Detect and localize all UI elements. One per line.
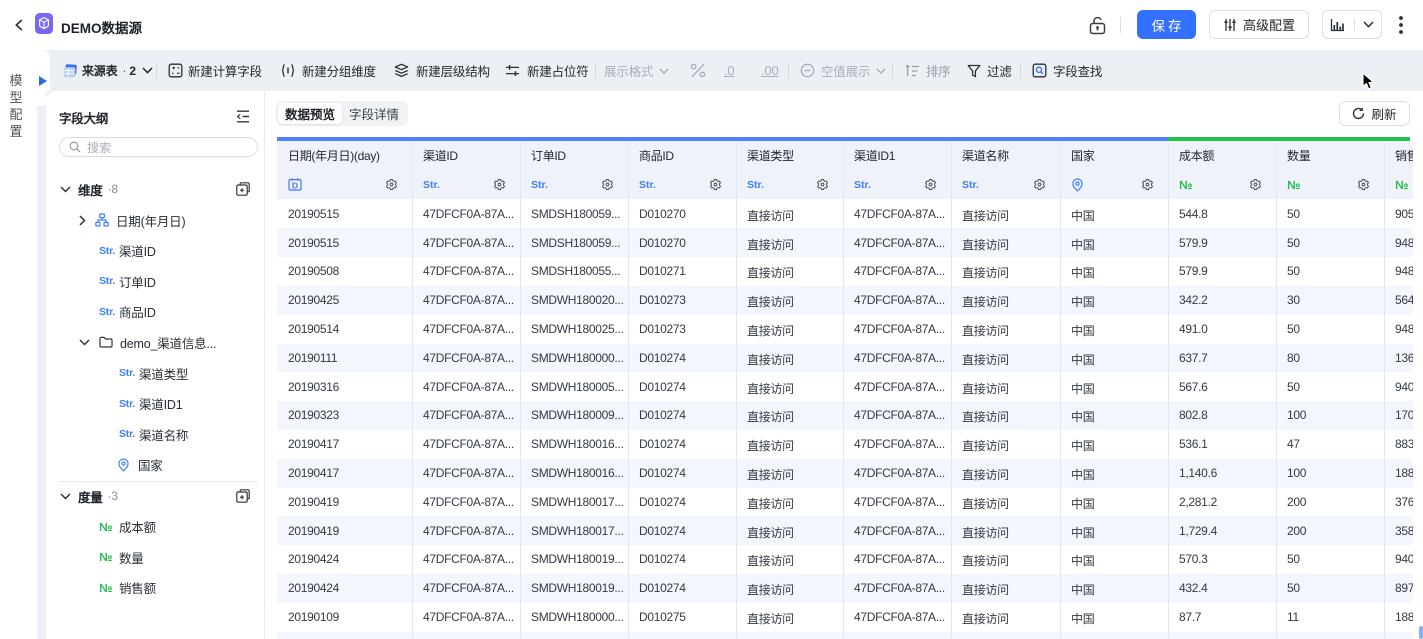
svg-text:D: D [292,180,298,190]
